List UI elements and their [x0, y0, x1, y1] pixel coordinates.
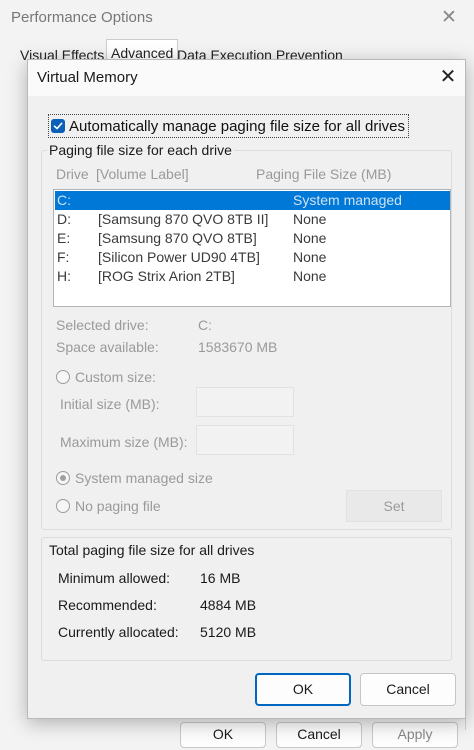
performance-cancel-button[interactable]: Cancel	[276, 722, 362, 748]
header-drive: Drive	[56, 166, 89, 182]
selected-drive-value: C:	[198, 317, 212, 333]
virtual-memory-dialog: Virtual Memory ✕ Automatically manage pa…	[27, 59, 466, 719]
space-available-value: 1583670 MB	[198, 339, 278, 355]
initial-size-input[interactable]	[196, 387, 294, 417]
drive-list[interactable]: C: System managed D: [Samsung 870 QVO 8T…	[53, 189, 451, 307]
custom-size-radio[interactable]	[56, 370, 70, 384]
header-paging-size: Paging File Size (MB)	[256, 166, 392, 182]
selected-drive-label: Selected drive:	[56, 317, 149, 333]
list-item[interactable]: C: System managed	[55, 191, 450, 210]
checkmark-icon	[53, 122, 63, 130]
recommended-label: Recommended:	[58, 597, 157, 613]
list-item[interactable]: H: [ROG Strix Arion 2TB] None	[55, 267, 450, 286]
recommended-value: 4884 MB	[200, 597, 257, 613]
currently-allocated-value: 5120 MB	[200, 624, 257, 640]
space-available-label: Space available:	[56, 339, 159, 355]
close-icon[interactable]: ✕	[437, 64, 459, 88]
initial-size-label: Initial size (MB):	[60, 396, 160, 412]
auto-manage-label: Automatically manage paging file size fo…	[69, 117, 405, 135]
maximum-size-input[interactable]	[196, 425, 294, 455]
system-managed-label: System managed size	[75, 470, 213, 486]
total-group-title: Total paging file size for all drives	[47, 542, 257, 558]
performance-apply-button[interactable]: Apply	[372, 722, 458, 748]
list-item[interactable]: E: [Samsung 870 QVO 8TB] None	[55, 229, 450, 248]
maximum-size-label: Maximum size (MB):	[60, 434, 188, 450]
custom-size-label: Custom size:	[75, 369, 156, 385]
set-button[interactable]: Set	[346, 490, 442, 522]
close-icon[interactable]: ✕	[441, 6, 457, 29]
list-item[interactable]: F: [Silicon Power UD90 4TB] None	[55, 248, 450, 267]
auto-manage-checkbox[interactable]	[51, 119, 65, 133]
list-item[interactable]: D: [Samsung 870 QVO 8TB II] None	[55, 210, 450, 229]
system-managed-radio[interactable]	[56, 471, 70, 485]
window-title: Performance Options	[11, 9, 153, 26]
minimum-allowed-label: Minimum allowed:	[58, 570, 171, 586]
no-paging-file-label: No paging file	[75, 498, 161, 514]
paging-group-title: Paging file size for each drive	[47, 142, 234, 158]
auto-manage-checkbox-row[interactable]: Automatically manage paging file size fo…	[48, 114, 409, 138]
currently-allocated-label: Currently allocated:	[58, 624, 179, 640]
header-volume-label: [Volume Label]	[96, 166, 189, 182]
dialog-titlebar: Virtual Memory ✕	[28, 60, 465, 96]
minimum-allowed-value: 16 MB	[200, 570, 241, 586]
ok-button[interactable]: OK	[255, 673, 351, 706]
performance-ok-button[interactable]: OK	[180, 722, 266, 748]
cancel-button[interactable]: Cancel	[360, 673, 456, 706]
dialog-title: Virtual Memory	[37, 69, 138, 86]
no-paging-file-radio[interactable]	[56, 499, 70, 513]
